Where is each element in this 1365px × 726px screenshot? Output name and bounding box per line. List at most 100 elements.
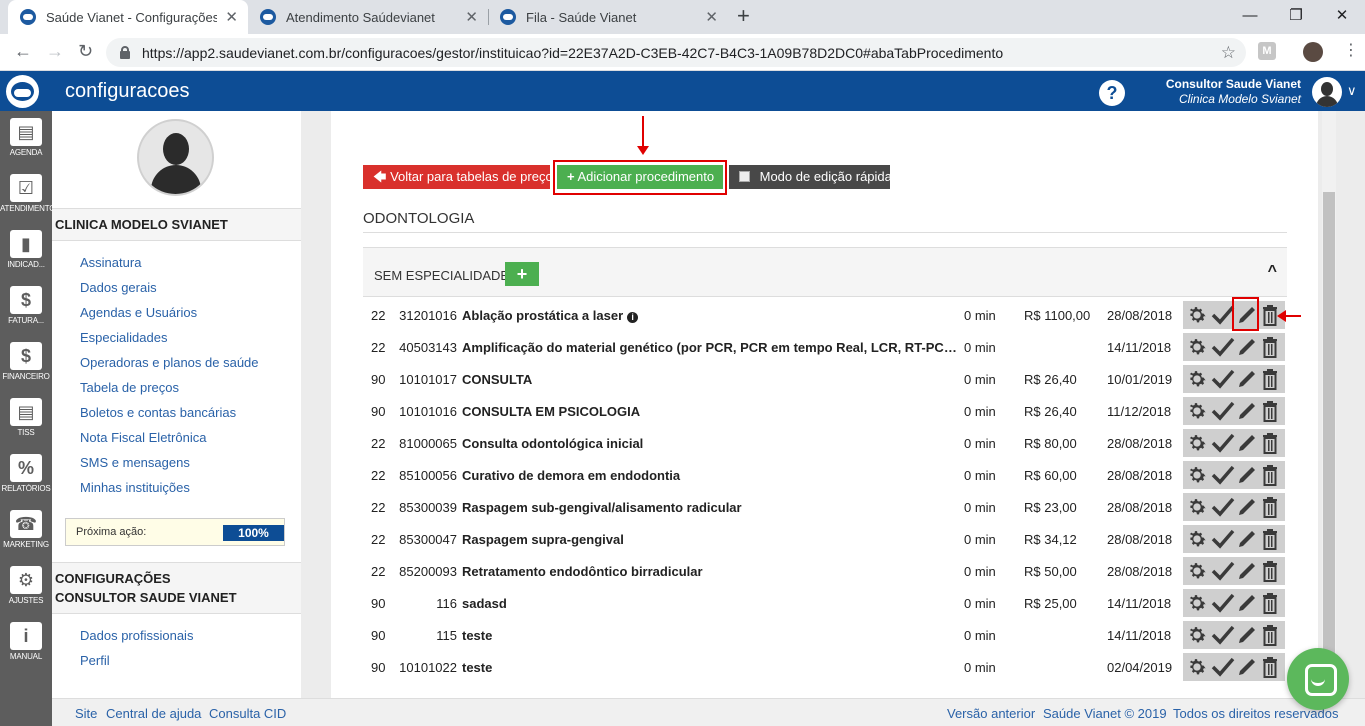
browser-tab-configuracoes[interactable]: Saúde Vianet - Configurações ✕ <box>8 0 248 34</box>
trash-icon[interactable] <box>1260 656 1285 684</box>
trash-icon[interactable] <box>1260 528 1285 556</box>
check-icon[interactable] <box>1211 496 1236 524</box>
trash-icon[interactable] <box>1260 592 1285 620</box>
close-tab-icon[interactable]: ✕ <box>225 8 238 26</box>
check-icon[interactable] <box>1211 464 1236 492</box>
sidebar-link-agendas-usuarios[interactable]: Agendas e Usuários <box>80 305 197 320</box>
sidebar-link-especialidades[interactable]: Especialidades <box>80 330 167 345</box>
chevron-down-icon[interactable]: ∨ <box>1347 83 1357 99</box>
footer-link-previous-version[interactable]: Versão anterior <box>947 706 1035 721</box>
gear-icon[interactable] <box>1186 336 1211 364</box>
extension-icon[interactable]: M <box>1258 42 1276 60</box>
rail-item-marketing[interactable]: ☎ MARKETING <box>0 503 52 559</box>
sidebar-link-dados-profissionais[interactable]: Dados profissionais <box>80 628 193 643</box>
trash-icon[interactable] <box>1260 624 1285 652</box>
forward-arrow-icon[interactable]: → <box>46 41 64 62</box>
pencil-icon[interactable] <box>1236 464 1261 492</box>
back-arrow-icon[interactable]: ← <box>14 41 32 62</box>
trash-icon[interactable] <box>1260 560 1285 588</box>
browser-tab-atendimento[interactable]: Atendimento Saúdevianet ✕ <box>248 0 488 34</box>
pencil-icon[interactable] <box>1236 496 1261 524</box>
rail-item-faturamento[interactable]: $ FATURA... <box>0 279 52 335</box>
footer-link-help-center[interactable]: Central de ajuda <box>106 706 201 721</box>
sidebar-link-operadoras[interactable]: Operadoras e planos de saúde <box>80 355 259 370</box>
pencil-icon[interactable] <box>1236 560 1261 588</box>
cloud-logo-icon[interactable] <box>6 75 39 108</box>
group-add-button[interactable]: + <box>505 262 539 286</box>
rail-item-manual[interactable]: i MANUAL <box>0 615 52 671</box>
user-avatar[interactable] <box>1312 77 1342 107</box>
quick-edit-toggle[interactable]: Modo de edição rápida <box>729 165 892 189</box>
back-to-price-tables-button[interactable]: 🡄 Voltar para tabelas de preços <box>363 165 559 189</box>
pencil-icon[interactable] <box>1236 368 1261 396</box>
sidebar-link-nota-fiscal[interactable]: Nota Fiscal Eletrônica <box>80 430 206 445</box>
gear-icon[interactable] <box>1186 368 1211 396</box>
gear-icon[interactable] <box>1186 560 1211 588</box>
gear-icon[interactable] <box>1186 304 1211 332</box>
info-icon[interactable]: i <box>627 312 639 323</box>
chevron-up-icon[interactable]: ^ <box>1268 263 1277 281</box>
table-row[interactable]: 22 81000065 Consulta odontológica inicial 0… <box>363 427 1287 459</box>
maximize-button[interactable]: ❐ <box>1273 0 1319 34</box>
check-icon[interactable] <box>1211 432 1236 460</box>
sidebar-link-dados-gerais[interactable]: Dados gerais <box>80 280 157 295</box>
table-row[interactable]: 22 85300039 Raspagem sub-gengival/alisamen… <box>363 491 1287 523</box>
check-icon[interactable] <box>1211 528 1236 556</box>
gear-icon[interactable] <box>1186 528 1211 556</box>
browser-menu-icon[interactable]: ⋮ <box>1343 40 1359 60</box>
sidebar-link-minhas-instituicoes[interactable]: Minhas instituições <box>80 480 190 495</box>
table-row[interactable]: 22 31201016 Ablação prostática a laser i 0 m… <box>363 299 1287 331</box>
sidebar-link-boletos[interactable]: Boletos e contas bancárias <box>80 405 236 420</box>
close-tab-icon[interactable]: ✕ <box>705 8 718 26</box>
sidebar-link-sms[interactable]: SMS e mensagens <box>80 455 190 470</box>
pencil-icon[interactable] <box>1236 624 1261 652</box>
pencil-icon[interactable] <box>1236 656 1261 684</box>
check-icon[interactable] <box>1211 368 1236 396</box>
browser-tab-fila[interactable]: Fila - Saúde Vianet ✕ <box>488 0 728 34</box>
check-icon[interactable] <box>1211 656 1236 684</box>
gear-icon[interactable] <box>1186 496 1211 524</box>
table-row[interactable]: 90 115 teste 0 min 14/11/2018 <box>363 619 1287 651</box>
reload-icon[interactable]: ↻ <box>78 41 93 62</box>
rail-item-financeiro[interactable]: $ FINANCEIRO <box>0 335 52 391</box>
bookmark-star-icon[interactable]: ☆ <box>1221 43 1236 63</box>
check-icon[interactable] <box>1211 400 1236 428</box>
close-tab-icon[interactable]: ✕ <box>465 8 478 26</box>
rail-item-ajustes[interactable]: ⚙ AJUSTES <box>0 559 52 615</box>
quick-edit-checkbox[interactable] <box>739 171 750 182</box>
table-row[interactable]: 90 10101022 teste 0 min 02/04/2019 <box>363 651 1287 683</box>
table-row[interactable]: 22 85300047 Raspagem supra-gengival 0 min R$… <box>363 523 1287 555</box>
new-tab-button[interactable]: + <box>737 3 750 29</box>
address-bar[interactable]: https://app2.saudevianet.com.br/configur… <box>106 38 1246 67</box>
trash-icon[interactable] <box>1260 496 1285 524</box>
scrollbar-thumb[interactable] <box>1323 192 1335 698</box>
close-window-button[interactable]: ✕ <box>1319 0 1365 34</box>
user-clinic[interactable]: Clinica Modelo Svianet <box>1179 92 1301 106</box>
rail-item-agenda[interactable]: ▤ AGENDA <box>0 111 52 167</box>
group-header[interactable]: SEM ESPECIALIDADE + ^ <box>363 247 1287 297</box>
user-name[interactable]: Consultor Saude Vianet <box>1166 77 1301 91</box>
check-icon[interactable] <box>1211 336 1236 364</box>
check-icon[interactable] <box>1211 560 1236 588</box>
trash-icon[interactable] <box>1260 464 1285 492</box>
rail-item-atendimento[interactable]: ☑ ATENDIMENTO <box>0 167 52 223</box>
table-row[interactable]: 90 10101016 CONSULTA EM PSICOLOGIA 0 min R$ … <box>363 395 1287 427</box>
trash-icon[interactable] <box>1260 400 1285 428</box>
pencil-icon[interactable] <box>1236 336 1261 364</box>
pencil-icon[interactable] <box>1236 432 1261 460</box>
table-row[interactable]: 22 85100056 Curativo de demora em endodont… <box>363 459 1287 491</box>
sidebar-link-tabela-precos[interactable]: Tabela de preços <box>80 380 179 395</box>
help-button[interactable]: ? <box>1099 80 1125 106</box>
check-icon[interactable] <box>1211 592 1236 620</box>
rail-item-tiss[interactable]: ▤ TISS <box>0 391 52 447</box>
gear-icon[interactable] <box>1186 432 1211 460</box>
table-row[interactable]: 90 116 sadasd 0 min R$ 25,00 14/11/2018 <box>363 587 1287 619</box>
trash-icon[interactable] <box>1260 336 1285 364</box>
check-icon[interactable] <box>1211 624 1236 652</box>
pencil-icon[interactable] <box>1236 528 1261 556</box>
table-row[interactable]: 22 40503143 Amplificação do material genét… <box>363 331 1287 363</box>
gear-icon[interactable] <box>1186 464 1211 492</box>
minimize-button[interactable]: — <box>1227 0 1273 34</box>
chat-widget-button[interactable] <box>1287 648 1349 710</box>
gear-icon[interactable] <box>1186 400 1211 428</box>
